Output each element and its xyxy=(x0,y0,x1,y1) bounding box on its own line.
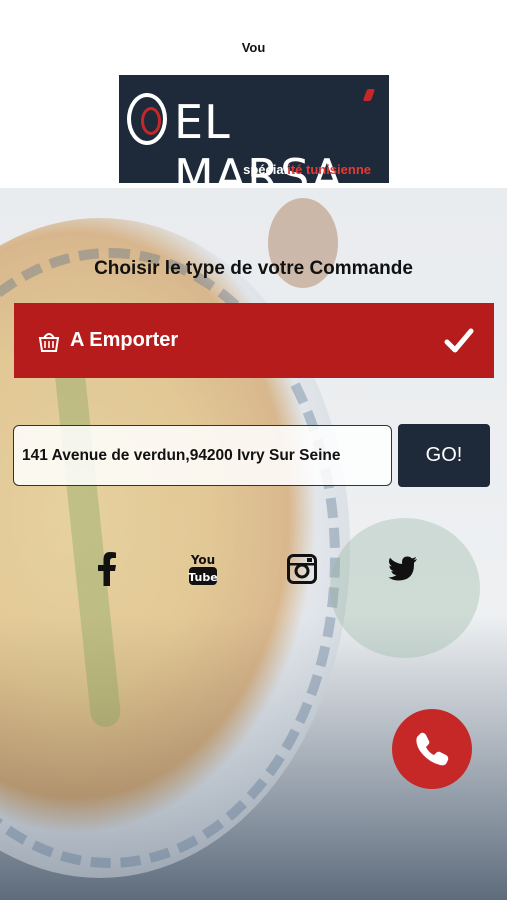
checkmark-icon xyxy=(444,328,474,353)
logo-tagline-part1: spécial xyxy=(243,162,288,177)
order-type-label: A Emporter xyxy=(70,329,179,351)
twitter-icon[interactable] xyxy=(386,548,420,590)
order-type-heading: Choisir le type de votre Commande xyxy=(94,258,413,279)
background-food-image xyxy=(0,188,507,900)
address-input[interactable] xyxy=(13,425,392,486)
logo-emblem xyxy=(127,93,167,145)
instagram-icon[interactable] xyxy=(284,548,320,590)
phone-icon xyxy=(416,732,449,766)
logo-tagline: spécialité tunisienne xyxy=(243,162,371,177)
basket-icon xyxy=(38,332,60,352)
top-text: Vou xyxy=(241,40,266,55)
order-type-takeaway-button[interactable]: A Emporter xyxy=(14,303,494,378)
call-button[interactable] xyxy=(392,709,472,789)
svg-text:Tube: Tube xyxy=(188,571,217,584)
logo-tagline-part2: ité tunisienne xyxy=(287,162,371,177)
svg-text:You: You xyxy=(190,553,215,567)
go-button[interactable]: GO! xyxy=(398,424,490,487)
el-marsa-logo: EL MARSA spécialité tunisienne xyxy=(119,75,389,183)
youtube-icon[interactable]: You Tube xyxy=(184,548,222,590)
facebook-icon[interactable] xyxy=(92,548,122,590)
